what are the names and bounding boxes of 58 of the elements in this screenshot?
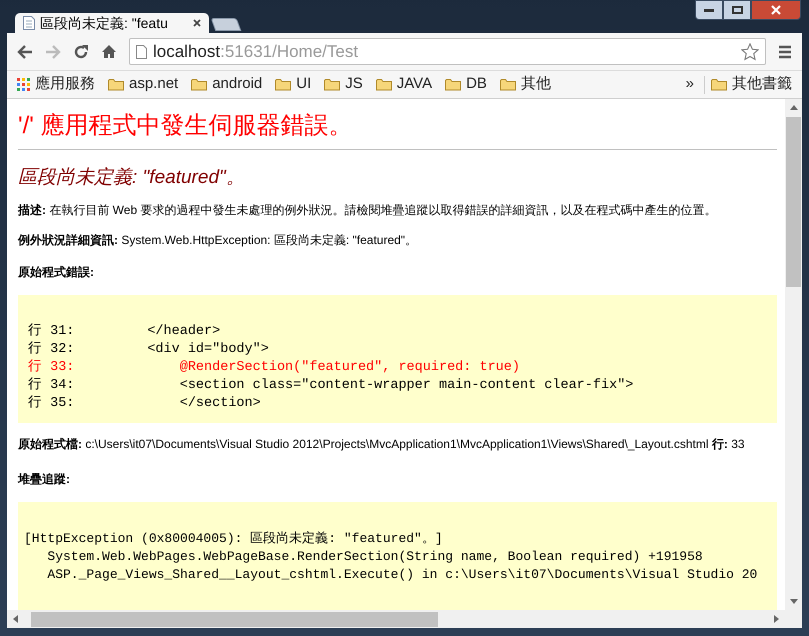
page-icon [136, 44, 147, 58]
close-icon [771, 5, 781, 15]
folder-icon [500, 78, 516, 91]
page-icon [23, 16, 35, 30]
bookmark-folder[interactable]: DB [445, 73, 487, 96]
apps-shortcut[interactable]: 應用服務 [17, 73, 95, 96]
page-title: '/' 應用程式中發生伺服器錯誤。 [18, 111, 354, 141]
bookmark-folder[interactable]: JAVA [376, 73, 432, 96]
maximize-button[interactable] [723, 0, 751, 20]
bookmark-folder[interactable]: UI [275, 73, 312, 96]
folder-icon [376, 78, 392, 91]
scroll-down-icon[interactable] [790, 599, 798, 604]
url-text: localhost:51631/Home/Test [153, 40, 360, 63]
trace-line: [HttpException (0x80004005): 區段尚未定義: "featured"。] [24, 530, 444, 548]
section-heading: 堆疊追蹤: [18, 470, 71, 488]
folder-icon [108, 78, 124, 91]
back-icon[interactable] [17, 44, 33, 58]
close-icon[interactable] [193, 19, 201, 27]
folder-icon [275, 78, 292, 91]
close-button[interactable] [751, 0, 801, 20]
folder-icon [445, 78, 462, 91]
folder-icon [324, 78, 340, 91]
bookmark-folder[interactable]: JS [324, 73, 363, 96]
error-subtitle: 區段尚未定義: "featured"。 [18, 166, 246, 190]
code-line: 行 33: @RenderSection("featured", required: true) [28, 358, 521, 376]
home-icon[interactable] [101, 44, 117, 59]
new-tab-button[interactable] [210, 18, 242, 31]
code-line: 行 35: </section> [28, 394, 262, 412]
bookmark-folder[interactable]: android [191, 73, 262, 96]
code-line: 行 32: <div id="body"> [28, 340, 270, 358]
description-text: 描述: 在執行目前 Web 要求的過程中發生未處理的例外狀況。請檢閱堆疊追蹤以取得錯誤的詳細資訊，以及在程式碼中產生的位置。 [18, 202, 718, 218]
exception-details-text: 例外狀況詳細資訊: System.Web.HttpException: 區段尚未定義: "featured"。 [18, 232, 418, 248]
folder-icon [191, 78, 208, 91]
other-bookmarks-folder[interactable]: 其他書籤 [711, 73, 792, 96]
vertical-scrollbar[interactable] [785, 99, 802, 610]
scroll-up-icon[interactable] [790, 105, 798, 110]
code-line: 行 34: <section class="content-wrapper main-content clear-fix"> [28, 376, 634, 394]
scroll-left-icon[interactable] [13, 615, 18, 623]
trace-line: ASP._Page_Views_Shared__Layout_cshtml.Execute() in c:\Users\it07\Documents\Visual Studio 20 [46, 566, 758, 584]
address-bar[interactable]: localhost:51631/Home/Test [129, 38, 766, 65]
minimize-button[interactable] [695, 0, 723, 20]
star-icon[interactable] [741, 42, 759, 60]
browser-tab[interactable]: 區段尚未定義: "featu [15, 13, 209, 33]
section-heading: 原始程式錯誤: [18, 264, 95, 280]
horizontal-scrollbar[interactable] [7, 610, 802, 628]
folder-icon [711, 78, 727, 91]
bookmark-folder[interactable]: asp.net [108, 73, 178, 96]
scroll-right-icon[interactable] [774, 615, 779, 623]
menu-icon[interactable] [778, 44, 792, 58]
code-line: 行 31: </header> [28, 322, 222, 340]
reload-icon[interactable] [73, 44, 89, 60]
scrollbar-thumb[interactable] [786, 117, 801, 287]
source-file-text: 原始程式檔: c:\Users\it07\Documents\Visual Studio 2012\Projects\MvcApplication1\MvcApplication1\Views\Shared\_Layout.cshtml 行: 33 [18, 436, 746, 452]
scrollbar-thumb[interactable] [31, 612, 438, 626]
overflow-chevron[interactable]: » [686, 73, 694, 96]
trace-line: System.Web.WebPages.WebPageBase.RenderSection(String name, Boolean required) +191958 [46, 548, 704, 566]
apps-grid-icon [17, 78, 30, 91]
bookmark-folder[interactable]: 其他 [500, 73, 551, 96]
